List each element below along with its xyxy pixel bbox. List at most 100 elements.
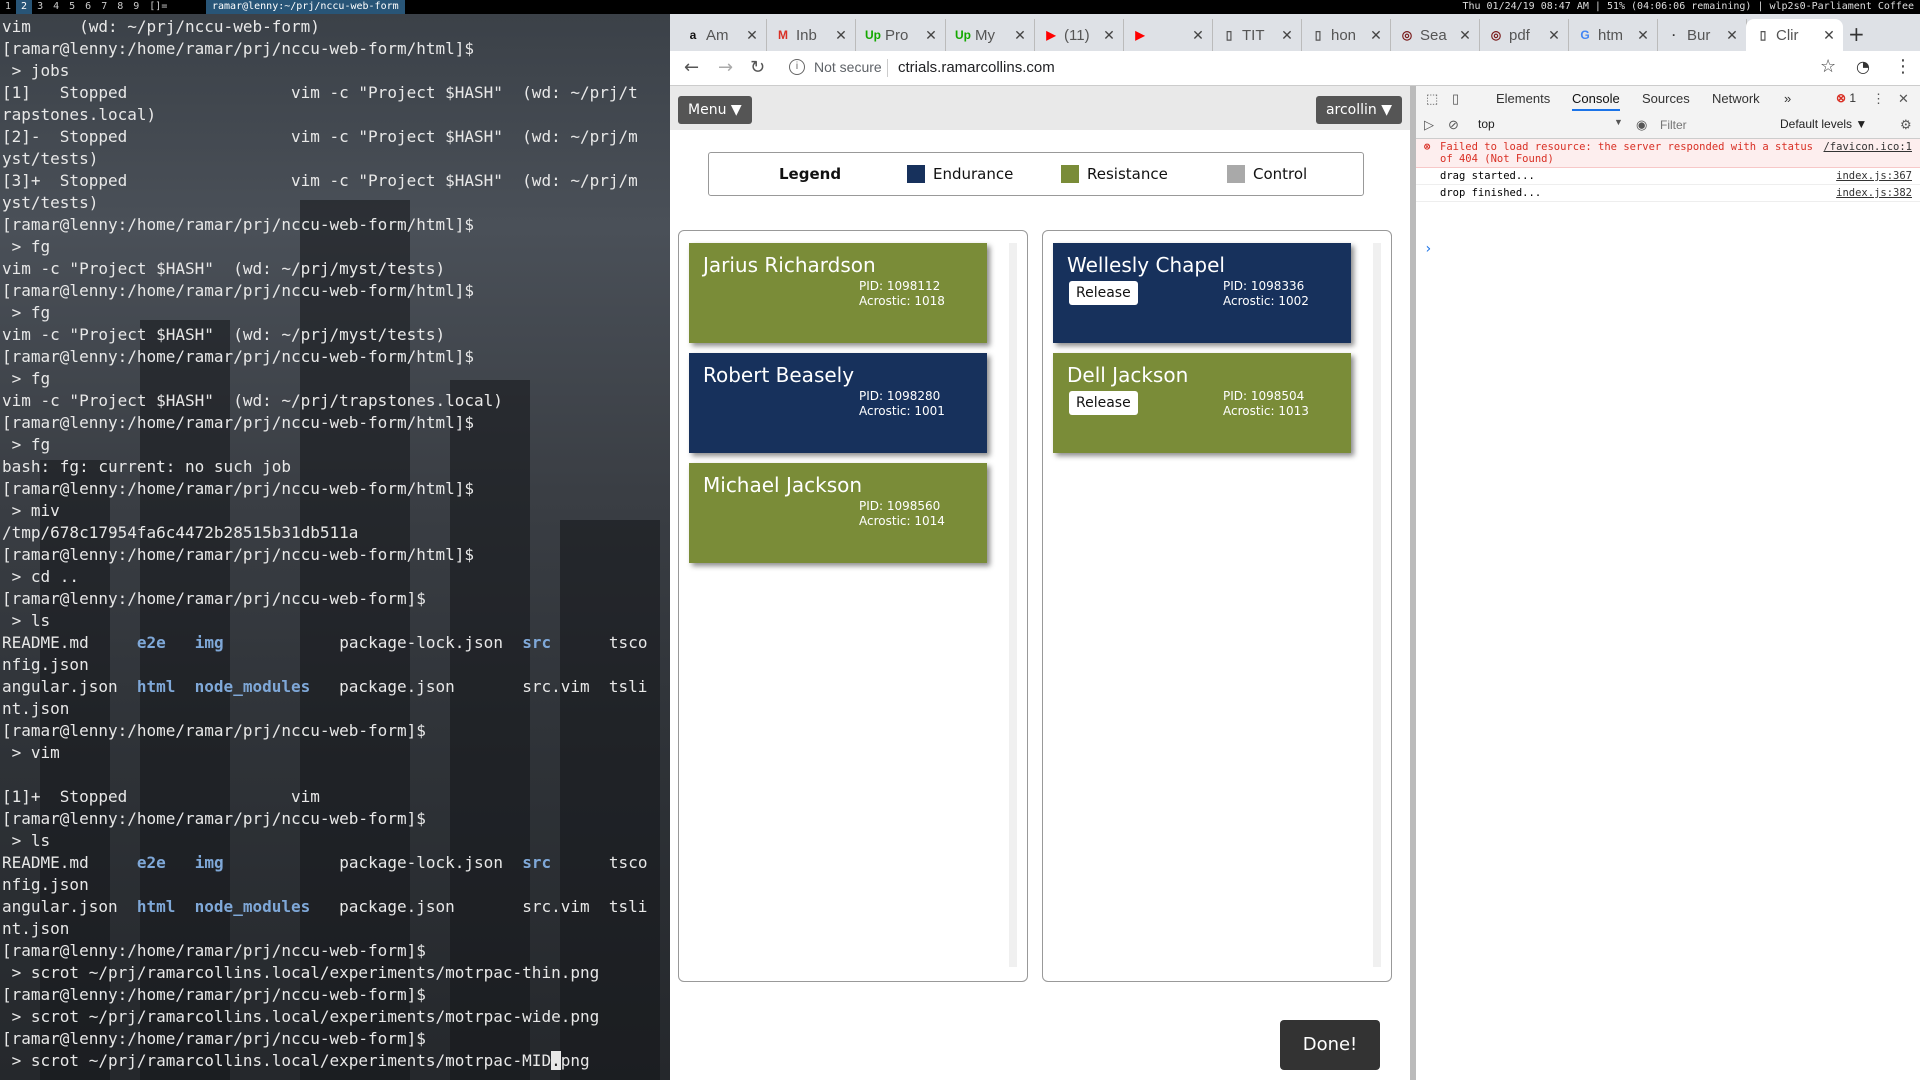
close-devtools-icon[interactable]: ✕	[1898, 91, 1909, 107]
close-tab-icon[interactable]: ✕	[1012, 27, 1028, 44]
workspace-5[interactable]: 5	[64, 0, 80, 14]
devtools-tab-sources[interactable]: Sources	[1642, 91, 1690, 106]
live-expression-eye-icon[interactable]: ◉	[1636, 117, 1647, 133]
log-levels-select[interactable]: Default levels ▼	[1780, 117, 1867, 131]
directory-name: img	[194, 633, 224, 652]
close-tab-icon[interactable]: ✕	[1190, 27, 1206, 44]
user-menu-button[interactable]: arcollin ▼	[1315, 96, 1402, 124]
bookmark-star-icon[interactable]: ☆	[1820, 56, 1836, 77]
workspace-list: 1 2 3 4 5 6 7 8 9 []=	[0, 0, 172, 14]
terminal-line: angular.json html node_modules package.j…	[2, 677, 648, 696]
devtools-tab-network[interactable]: Network	[1712, 91, 1760, 106]
unassigned-column[interactable]: Jarius Richardson PID: 1098112 Acrostic: 1…	[678, 230, 1028, 982]
console-source-link[interactable]: /favicon.ico:1	[1823, 141, 1912, 153]
workspace-1[interactable]: 1	[0, 0, 16, 14]
terminal-line: > fg	[2, 237, 51, 256]
devtools-menu-icon[interactable]: ⋮	[1872, 91, 1885, 107]
participant-card[interactable]: Michael Jackson PID: 1098560 Acrostic: 101…	[689, 463, 987, 563]
devtools-panel: ⬚ ▯ Elements Console Sources Network » ⊗…	[1416, 86, 1920, 1080]
close-tab-icon[interactable]: ✕	[1457, 27, 1473, 44]
workspace-6[interactable]: 6	[80, 0, 96, 14]
context-dropdown-icon[interactable]: ▼	[1614, 117, 1623, 127]
browser-tab[interactable]: ▯ TIT ✕	[1212, 19, 1302, 51]
context-select[interactable]: top	[1478, 117, 1495, 131]
close-tab-icon[interactable]: ✕	[833, 27, 849, 44]
participant-card[interactable]: Wellesly Chapel PID: 1098336 Acrostic: 100…	[1053, 243, 1351, 343]
workspace-2[interactable]: 2	[16, 0, 33, 14]
layout-indicator[interactable]: []=	[144, 0, 172, 14]
browser-tab[interactable]: ▯ Clir ✕	[1746, 19, 1843, 51]
browser-tab[interactable]: Ghtm ✕	[1568, 19, 1658, 51]
participant-card[interactable]: Dell Jackson PID: 1098504 Acrostic: 1013 Re…	[1053, 353, 1351, 453]
upwork-icon: Up	[955, 28, 971, 42]
browser-tab[interactable]: Up My ✕	[945, 19, 1035, 51]
close-tab-icon[interactable]: ✕	[1635, 27, 1651, 44]
more-tabs-icon[interactable]: »	[1784, 91, 1791, 106]
close-tab-icon[interactable]: ✕	[744, 27, 760, 44]
participant-card[interactable]: Jarius Richardson PID: 1098112 Acrostic: 1…	[689, 243, 987, 343]
youtube-icon: ▶	[1046, 28, 1056, 42]
console-source-link[interactable]: index.js:382	[1836, 187, 1912, 199]
browser-tab[interactable]: Up Pro ✕	[855, 19, 946, 51]
workspace-4[interactable]: 4	[48, 0, 64, 14]
devtools-tab-elements[interactable]: Elements	[1496, 91, 1550, 106]
terminal-line: > miv	[2, 501, 60, 520]
close-tab-icon[interactable]: ✕	[1724, 27, 1740, 44]
new-tab-icon[interactable]: +	[1848, 22, 1865, 46]
url-field[interactable]: ctrials.ramarcollins.com	[898, 59, 1055, 76]
browser-tab[interactable]: · Bur ✕	[1657, 19, 1747, 51]
browser-tab[interactable]: ◎ Sea ✕	[1390, 19, 1480, 51]
terminal-window[interactable]: vim (wd: ~/prj/nccu-web-form) [ramar@lenn…	[0, 14, 670, 1080]
tab-label: htm	[1598, 26, 1624, 44]
console-prompt[interactable]: ›	[1424, 241, 1432, 257]
close-tab-icon[interactable]: ✕	[1279, 27, 1295, 44]
browser-tab[interactable]: ▶ (11) ✕	[1034, 19, 1124, 51]
menu-button[interactable]: Menu ▼	[678, 96, 752, 124]
security-label[interactable]: Not secure	[814, 59, 882, 75]
close-tab-icon[interactable]: ✕	[1368, 27, 1384, 44]
workspace-3[interactable]: 3	[32, 0, 48, 14]
devtools-tab-console[interactable]: Console	[1572, 91, 1620, 111]
sidebar-toggle-icon[interactable]: ▷	[1424, 117, 1434, 133]
terminal-line: > jobs	[2, 61, 70, 80]
close-tab-icon[interactable]: ✕	[1546, 27, 1562, 44]
workspace-9[interactable]: 9	[128, 0, 144, 14]
terminal-line: [2]- Stopped vim -c "Project $HASH" (wd:…	[2, 127, 638, 146]
terminal-line: rapstones.local)	[2, 105, 157, 124]
close-tab-icon[interactable]: ✕	[923, 27, 939, 44]
browser-tab[interactable]: ▯ hon ✕	[1301, 19, 1391, 51]
error-counter[interactable]: ⊗ 1	[1836, 91, 1856, 105]
info-icon[interactable]: i	[789, 59, 805, 75]
release-button[interactable]: Release	[1069, 281, 1138, 305]
console-messages: ⊗ Failed to load resource: the server res…	[1416, 139, 1920, 257]
browser-tab[interactable]: ▶ ✕	[1123, 19, 1213, 51]
browser-tab[interactable]: M Inb ✕	[766, 19, 856, 51]
back-arrow-icon[interactable]: ←	[684, 57, 699, 78]
browser-tab[interactable]: ◎ pdf ✕	[1479, 19, 1569, 51]
assigned-column[interactable]: Wellesly Chapel PID: 1098336 Acrostic: 100…	[1042, 230, 1392, 982]
device-toolbar-icon[interactable]: ▯	[1452, 91, 1459, 107]
clear-console-icon[interactable]: ⊘	[1448, 117, 1459, 133]
release-button[interactable]: Release	[1069, 391, 1138, 415]
terminal-line: [ramar@lenny:/home/ramar/prj/nccu-web-fo…	[2, 1029, 426, 1048]
workspace-8[interactable]: 8	[112, 0, 128, 14]
participant-card[interactable]: Robert Beasely PID: 1098280 Acrostic: 1001	[689, 353, 987, 453]
console-filter-input[interactable]	[1658, 116, 1758, 134]
participant-pid: PID: 1098336	[1223, 279, 1305, 293]
console-settings-gear-icon[interactable]: ⚙	[1900, 117, 1912, 133]
close-tab-icon[interactable]: ✕	[1821, 27, 1837, 44]
close-tab-icon[interactable]: ✕	[1101, 27, 1117, 44]
column-scrollbar[interactable]	[1009, 243, 1017, 967]
terminal-line: > fg	[2, 303, 51, 322]
inspect-element-icon[interactable]: ⬚	[1426, 91, 1438, 107]
console-source-link[interactable]: index.js:367	[1836, 170, 1912, 182]
forward-arrow-icon[interactable]: →	[718, 57, 733, 78]
column-scrollbar[interactable]	[1373, 243, 1381, 967]
extension-icon[interactable]: ◔	[1856, 57, 1870, 76]
browser-menu-icon[interactable]: ⋮	[1894, 56, 1912, 77]
browser-tab[interactable]: a Am ✕	[676, 19, 767, 51]
tab-label: My	[975, 26, 995, 44]
done-button[interactable]: Done!	[1280, 1020, 1380, 1070]
reload-icon[interactable]: ↻	[750, 57, 765, 78]
workspace-7[interactable]: 7	[96, 0, 112, 14]
